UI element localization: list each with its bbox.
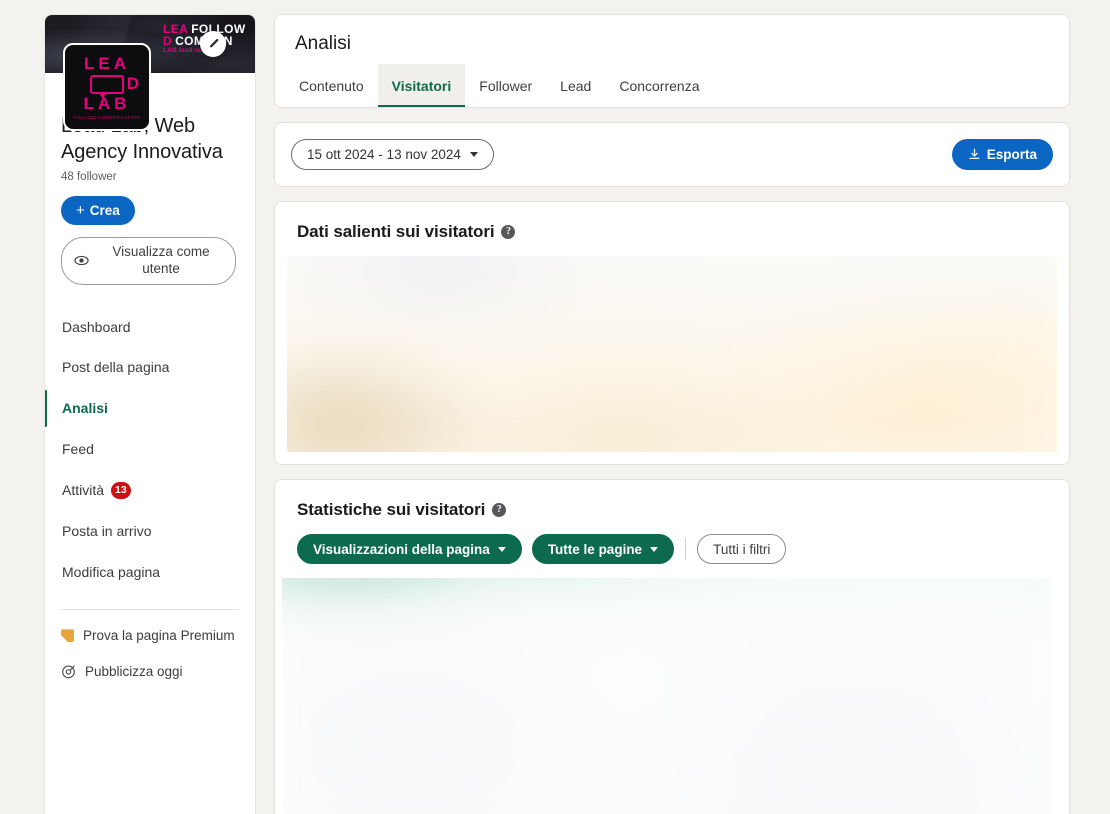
sidebar-item-label: Analisi — [62, 400, 108, 417]
section-title: Statistiche sui visitatori — [297, 500, 486, 519]
sidebar-item-pubblicizza[interactable]: Pubblicizza oggi — [45, 654, 255, 689]
chart-plot-area-obscured — [282, 578, 1051, 814]
sidebar-nav: Dashboard Post della pagina Analisi Feed… — [45, 307, 255, 689]
sidebar-item-label: Modifica pagina — [62, 563, 161, 580]
avatar-logo-bottom: LAB — [83, 93, 131, 113]
filter-bar: 15 ott 2024 - 13 nov 2024 Esporta — [275, 123, 1069, 186]
export-button-label: Esporta — [986, 147, 1037, 162]
avatar-logo-letter: D — [126, 74, 139, 93]
plus-icon: + — [76, 201, 85, 219]
chart-filter-chips: Visualizzazioni della pagina Tutte le pa… — [275, 534, 1069, 578]
analytics-main: Analisi Contenuto Visitatori Follower Le… — [274, 14, 1070, 814]
avatar-logo-tagline: FOLLOW CONVERSATION — [73, 114, 141, 120]
sidebar-item-label: Post della pagina — [62, 359, 170, 376]
create-button[interactable]: + Crea — [61, 195, 135, 225]
blur-layer — [287, 256, 1057, 452]
chip-page-selector[interactable]: Tutte le pagine — [531, 534, 675, 564]
help-icon[interactable]: ? — [492, 503, 507, 517]
sidebar-item-posta-in-arrivo[interactable]: Posta in arrivo — [45, 511, 255, 552]
chevron-down-icon — [650, 546, 659, 552]
tab-label: Follower — [479, 78, 533, 94]
pencil-icon — [209, 38, 218, 48]
tab-lead[interactable]: Lead — [546, 64, 605, 107]
cover-logo-line2-pink: D — [163, 34, 173, 49]
visitor-highlights-header: Dati salienti sui visitatori ? — [275, 202, 1069, 256]
blur-layer — [282, 578, 1051, 814]
visitor-stats-header: Statistiche sui visitatori ? — [275, 480, 1069, 534]
tab-label: Visitatori — [391, 78, 452, 94]
view-as-member-button[interactable]: Visualizza come utente — [61, 236, 236, 285]
chip-label: Visualizzazioni della pagina — [313, 541, 490, 557]
tab-concorrenza[interactable]: Concorrenza — [605, 64, 713, 107]
company-logo-avatar: LEA D LAB FOLLOW CONVERSATION — [63, 43, 151, 131]
chip-all-filters[interactable]: Tutti i filtri — [697, 534, 787, 564]
chevron-down-icon — [497, 546, 506, 552]
view-as-member-label: Visualizza come utente — [112, 243, 210, 276]
create-button-label: Crea — [89, 202, 120, 218]
chip-divider — [685, 538, 687, 560]
target-icon — [62, 665, 75, 678]
tab-label: Contenuto — [299, 78, 364, 94]
date-range-selector[interactable]: 15 ott 2024 - 13 nov 2024 — [291, 139, 494, 170]
sidebar-item-attivita[interactable]: Attività 13 — [45, 470, 255, 511]
chevron-down-icon — [469, 152, 478, 157]
sidebar-item-label: Dashboard — [62, 318, 131, 335]
tab-follower[interactable]: Follower — [465, 64, 546, 107]
sidebar-item-feed[interactable]: Feed — [45, 429, 255, 470]
visitor-highlights-content-obscured — [287, 256, 1057, 452]
speech-bubble-icon — [90, 74, 124, 99]
sidebar-item-post-della-pagina[interactable]: Post della pagina — [45, 347, 255, 388]
section-title: Dati salienti sui visitatori — [297, 222, 495, 241]
sidebar-item-label: Attività — [62, 481, 105, 498]
sidebar-item-modifica-pagina[interactable]: Modifica pagina — [45, 552, 255, 593]
edit-cover-button[interactable] — [200, 31, 226, 57]
tab-visitatori[interactable]: Visitatori — [377, 64, 466, 107]
sidebar-item-analisi[interactable]: Analisi — [45, 388, 255, 429]
premium-badge-icon — [61, 629, 74, 643]
avatar-logo-top: LEA — [84, 53, 130, 73]
download-icon — [969, 148, 980, 160]
export-button[interactable]: Esporta — [951, 139, 1053, 170]
company-sidebar: LEA FOLLOW D COMMUN LAB lead-lab.it LEA … — [44, 14, 256, 814]
visitor-stats-card: Statistiche sui visitatori ? Visualizzaz… — [274, 479, 1070, 814]
sidebar-promo-label: Pubblicizza oggi — [85, 663, 183, 679]
sidebar-item-premium[interactable]: Prova la pagina Premium — [45, 618, 255, 653]
visitor-stats-chart: 15 ott20 ott25 ott30 ott49 — [282, 578, 1051, 814]
analytics-tabs: Contenuto Visitatori Follower Lead Conco… — [275, 64, 1069, 107]
tab-label: Concorrenza — [619, 78, 700, 94]
sidebar-item-label: Feed — [62, 440, 94, 457]
filter-bar-card: 15 ott 2024 - 13 nov 2024 Esporta — [274, 122, 1070, 187]
sidebar-promo-label: Prova la pagina Premium — [83, 628, 235, 644]
eye-icon — [74, 256, 89, 266]
chip-metric-selector[interactable]: Visualizzazioni della pagina — [297, 534, 522, 564]
help-icon[interactable]: ? — [501, 225, 516, 239]
sidebar-item-label: Posta in arrivo — [62, 522, 152, 539]
page-title: Analisi — [295, 33, 351, 54]
follower-count: 48 follower — [61, 170, 117, 183]
activity-badge: 13 — [111, 481, 131, 499]
chip-label: Tutte le pagine — [547, 541, 643, 557]
visitor-highlights-card: Dati salienti sui visitatori ? — [274, 201, 1070, 465]
linkedin-page-analytics: LEA FOLLOW D COMMUN LAB lead-lab.it LEA … — [0, 0, 1110, 814]
chip-label: Tutti i filtri — [713, 541, 771, 557]
tab-label: Lead — [560, 78, 592, 94]
sidebar-item-dashboard[interactable]: Dashboard — [45, 307, 255, 348]
tab-contenuto[interactable]: Contenuto — [285, 64, 378, 107]
sidebar-divider — [61, 609, 239, 611]
analytics-header-card: Analisi Contenuto Visitatori Follower Le… — [274, 14, 1070, 108]
date-range-label: 15 ott 2024 - 13 nov 2024 — [307, 147, 461, 162]
